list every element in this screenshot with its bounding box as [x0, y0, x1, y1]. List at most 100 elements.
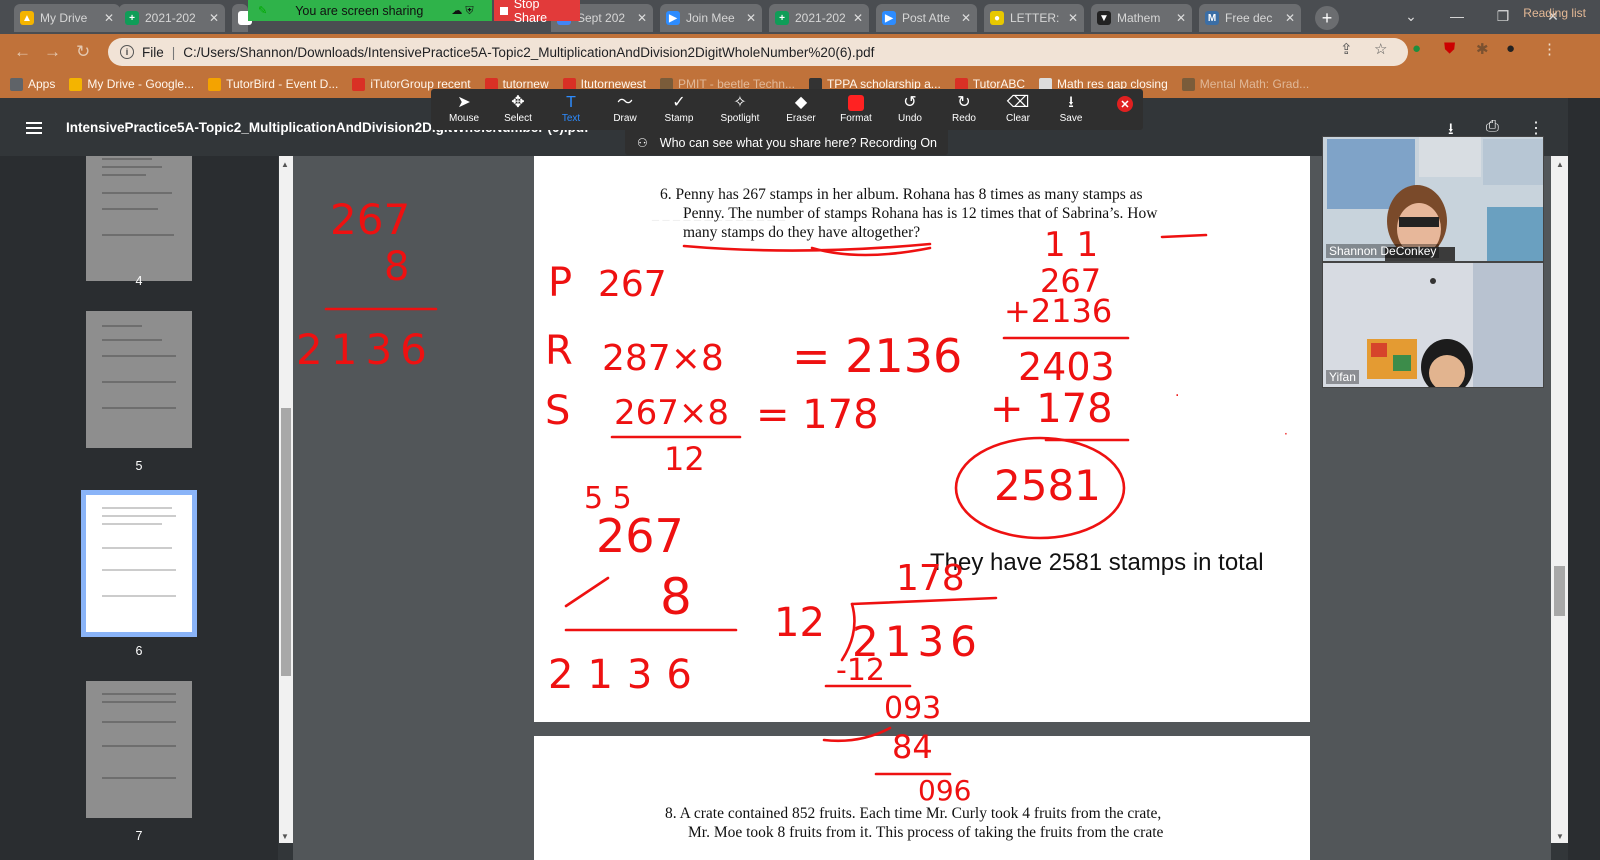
site-info-icon[interactable]: i: [120, 45, 134, 59]
tool-undo-button[interactable]: ↺ Undo: [884, 93, 936, 124]
tab-favicon-icon: M: [1205, 11, 1219, 25]
browser-tab[interactable]: ▶ Post Atte ✕: [876, 4, 977, 32]
tab-close-icon[interactable]: ✕: [746, 11, 756, 25]
tool-label: Select: [504, 113, 532, 124]
reading-list-button[interactable]: Reading list: [1523, 6, 1586, 20]
undo-icon: ↺: [903, 94, 917, 111]
tab-favicon-icon: +: [125, 11, 139, 25]
browser-tab[interactable]: +2021-202 ✕: [769, 4, 869, 32]
bookmark-favicon-icon: [1181, 77, 1195, 91]
pointer-icon: ➤: [457, 94, 471, 111]
menu-hamburger-icon[interactable]: [26, 122, 42, 134]
stop-share-button[interactable]: Stop Share: [494, 0, 580, 25]
tool-label: Save: [1059, 113, 1083, 124]
tool-spotlight-button[interactable]: ✧ Spotlight: [714, 93, 766, 124]
reload-icon[interactable]: ↻: [76, 42, 90, 62]
bookmark-item[interactable]: My Drive - Google...: [69, 77, 194, 91]
sidebar-scroll-thumb[interactable]: [281, 408, 291, 676]
tool-format-button[interactable]: Format: [830, 93, 882, 124]
tab-close-icon[interactable]: ✕: [209, 11, 219, 25]
omnibox[interactable]: i File | C:/Users/Shannon/Downloads/Inte…: [108, 38, 1408, 66]
page-label-5: 5: [135, 459, 143, 473]
tab-title: Join Mee: [686, 11, 735, 25]
minimize-icon[interactable]: —: [1434, 0, 1480, 32]
bookmark-star-icon[interactable]: ☆: [1374, 40, 1387, 58]
typed-answer-text[interactable]: They have 2581 stamps in total: [930, 549, 1264, 577]
main-scrollbar[interactable]: ▲ ▼: [1551, 156, 1568, 843]
cloud-icon: ☁ ⛨: [451, 4, 474, 17]
bookmark-item[interactable]: TutorBird - Event D...: [208, 77, 338, 91]
people-icon: ⚇: [637, 135, 648, 150]
extension-ublock-icon[interactable]: ⛊: [1444, 40, 1455, 57]
page-thumbnail-7[interactable]: [86, 681, 192, 818]
new-tab-button[interactable]: +: [1315, 6, 1339, 30]
tab-close-icon[interactable]: ✕: [637, 11, 647, 25]
browser-tab[interactable]: ▶ Join Mee ✕: [660, 4, 762, 32]
draw-icon: 〜: [616, 94, 633, 111]
tool-mouse-button[interactable]: ➤ Mouse: [438, 93, 490, 124]
tool-text-button[interactable]: T Text: [545, 93, 597, 124]
tab-search-icon[interactable]: ⌄: [1388, 0, 1434, 32]
tool-eraser-button[interactable]: ◆ Eraser: [775, 93, 827, 124]
close-annotation-icon[interactable]: ✕: [1117, 96, 1133, 112]
tool-select-button[interactable]: ✥ Select: [492, 93, 544, 124]
tab-title: LETTER:: [1010, 11, 1060, 25]
participant-video-2[interactable]: Yifan: [1322, 262, 1544, 388]
extensions-puzzle-icon[interactable]: ✱: [1476, 40, 1489, 58]
tab-close-icon[interactable]: ✕: [1285, 11, 1295, 25]
extension-chat-icon[interactable]: ●: [1412, 40, 1421, 57]
browser-tab[interactable]: ▼ Mathem ✕: [1091, 4, 1192, 32]
forward-icon[interactable]: →: [44, 42, 61, 62]
profile-avatar-icon[interactable]: ●: [1506, 40, 1515, 57]
tool-draw-button[interactable]: 〜 Draw: [599, 93, 651, 124]
eraser-icon: ◆: [794, 94, 808, 111]
tab-close-icon[interactable]: ✕: [1176, 11, 1186, 25]
page-thumbnail-6[interactable]: [81, 490, 197, 637]
omnibox-url[interactable]: C:/Users/Shannon/Downloads/IntensivePrac…: [183, 45, 874, 60]
page-label-6: 6: [135, 644, 143, 658]
bookmark-item[interactable]: Mental Math: Grad...: [1181, 77, 1309, 91]
tool-stamp-button[interactable]: ✓ Stamp: [653, 93, 705, 124]
tab-close-icon[interactable]: ✕: [1068, 11, 1078, 25]
participant-video-1[interactable]: Shannon DeConkey: [1322, 136, 1544, 262]
tab-close-icon[interactable]: ✕: [961, 11, 971, 25]
browser-tab[interactable]: [232, 4, 252, 32]
share-status-icon: ✎: [258, 5, 268, 17]
bookmark-favicon-icon: [208, 77, 222, 91]
recording-notice[interactable]: ⚇ Who can see what you share here? Recor…: [625, 130, 948, 155]
scroll-up-icon[interactable]: ▲: [281, 160, 289, 169]
main-scroll-thumb[interactable]: [1554, 566, 1565, 616]
browser-tab-strip: ▲My Drive✕+2021-202✕■Sept 202✕▶Join Mee✕…: [0, 0, 1600, 34]
browser-tab[interactable]: +2021-202 ✕: [119, 4, 225, 32]
page-thumbnail-5[interactable]: [86, 311, 192, 448]
tab-close-icon[interactable]: ✕: [853, 11, 863, 25]
print-icon[interactable]: ⎙: [1486, 118, 1499, 136]
tool-clear-button[interactable]: ⌫ Clear: [992, 93, 1044, 124]
browser-tab[interactable]: ▲ My Drive ✕: [14, 4, 120, 32]
tool-redo-button[interactable]: ↻ Redo: [938, 93, 990, 124]
tool-save-button[interactable]: ⭳ Save: [1045, 93, 1097, 124]
share-page-icon[interactable]: ⇪: [1340, 40, 1353, 58]
thumbnail-sidebar: 4 5 6 7: [0, 156, 278, 860]
scroll-down-icon[interactable]: ▼: [1556, 832, 1564, 841]
back-icon[interactable]: ←: [14, 42, 31, 62]
page-thumbnail-4[interactable]: [86, 156, 192, 281]
browser-tab[interactable]: ● LETTER: ✕: [984, 4, 1084, 32]
page-label-7: 7: [135, 829, 143, 843]
scroll-up-icon[interactable]: ▲: [1556, 160, 1564, 169]
sidebar-scrollbar[interactable]: ▲ ▼: [279, 156, 293, 843]
more-options-icon[interactable]: ⋮: [1528, 118, 1544, 138]
scroll-down-icon[interactable]: ▼: [281, 832, 289, 841]
tool-label: Format: [840, 113, 872, 124]
browser-tab[interactable]: M Free dec ✕: [1199, 4, 1301, 32]
bookmark-item[interactable]: Apps: [10, 77, 55, 91]
tab-close-icon[interactable]: ✕: [104, 11, 114, 25]
tab-favicon-icon: ▶: [666, 11, 680, 25]
tool-label: Redo: [952, 113, 976, 124]
restore-icon[interactable]: ❐: [1480, 0, 1526, 32]
tool-label: Undo: [898, 113, 922, 124]
bookmark-label: Apps: [28, 77, 56, 91]
tool-label: Mouse: [448, 113, 479, 124]
browser-menu-icon[interactable]: ⋮: [1542, 40, 1557, 58]
recording-notice-text: Who can see what you share here? Recordi…: [659, 135, 938, 150]
